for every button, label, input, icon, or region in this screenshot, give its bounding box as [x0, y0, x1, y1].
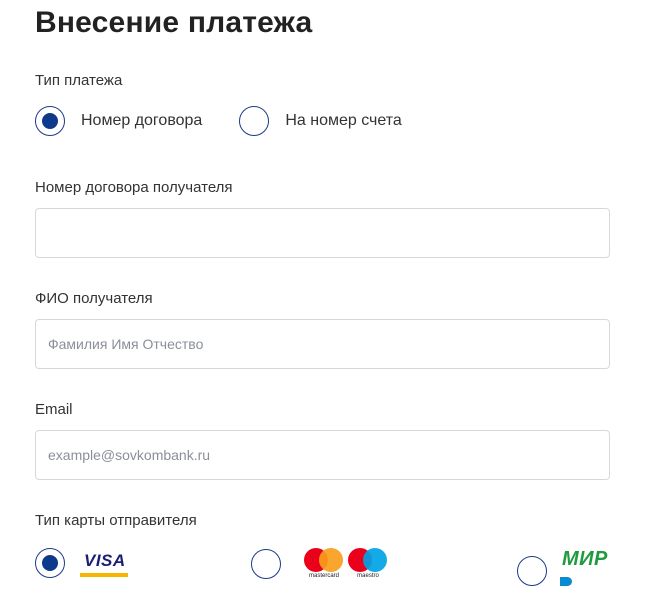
- radio-account-number-label: На номер счета: [285, 112, 402, 129]
- contract-number-label: Номер договора получателя: [35, 179, 233, 196]
- card-option-mir[interactable]: МИР: [517, 548, 615, 594]
- card-type-label: Тип карты отправителя: [35, 512, 197, 529]
- mir-logo-text: МИР: [562, 548, 608, 570]
- radio-contract-number[interactable]: [35, 106, 65, 136]
- mastercard-maestro-logos: mastercard maestro: [304, 548, 392, 579]
- radio-account-number[interactable]: [239, 106, 270, 136]
- radio-contract-number-label: Номер договора: [81, 112, 203, 129]
- maestro-caption: maestro: [357, 573, 379, 579]
- radio-visa[interactable]: [35, 548, 65, 578]
- payment-type-option-contract[interactable]: Номер договора: [35, 106, 202, 136]
- payment-type-radio-group: Номер договора На номер счета: [35, 106, 402, 136]
- page-title: Внесение платежа: [35, 6, 313, 39]
- maestro-logo: maestro: [348, 548, 388, 579]
- card-option-mastercard-maestro[interactable]: mastercard maestro: [251, 548, 392, 579]
- visa-logo-text: VISA: [84, 551, 126, 570]
- visa-logo-bar: [80, 573, 128, 577]
- contract-number-input[interactable]: [35, 208, 610, 258]
- maestro-blue-circle: [363, 548, 387, 572]
- radio-mir[interactable]: [517, 556, 547, 586]
- card-option-visa[interactable]: VISA: [35, 548, 128, 578]
- recipient-name-input[interactable]: [35, 319, 610, 369]
- visa-logo: VISA: [80, 548, 128, 578]
- mastercard-logo: mastercard: [304, 548, 344, 579]
- mastercard-caption: mastercard: [308, 573, 339, 579]
- recipient-name-label: ФИО получателя: [35, 290, 153, 307]
- payment-type-option-account[interactable]: На номер счета: [239, 106, 402, 136]
- payment-type-label: Тип платежа: [35, 72, 123, 89]
- card-type-radio-group: VISA mastercard maestro МИР: [35, 548, 615, 586]
- email-input[interactable]: [35, 430, 610, 480]
- email-label: Email: [35, 401, 73, 418]
- mir-logo: МИР: [560, 548, 615, 594]
- mir-logo-tail: [560, 577, 572, 586]
- mastercard-orange-circle: [319, 548, 343, 572]
- radio-mastercard-maestro[interactable]: [251, 548, 281, 579]
